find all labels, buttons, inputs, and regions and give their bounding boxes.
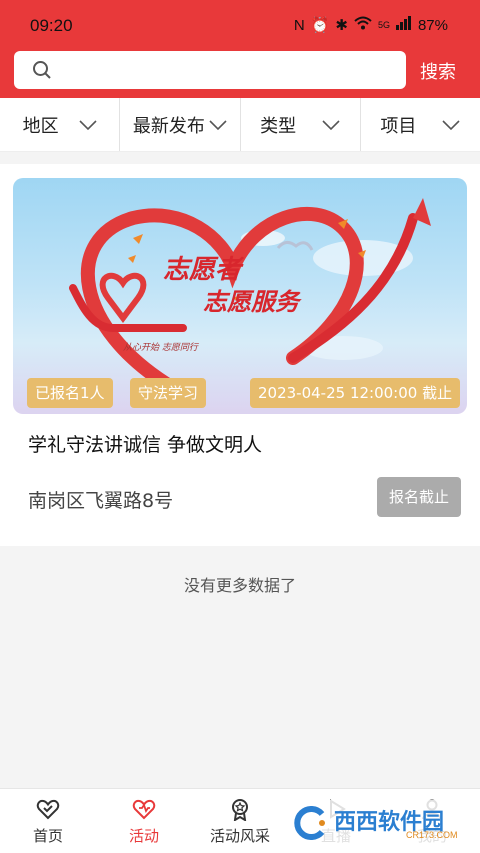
status-icons: N ⏰ ✱ 5G 87% <box>294 16 448 34</box>
filter-label: 项目 <box>380 115 417 137</box>
chevron-down-icon <box>79 119 97 130</box>
filter-type[interactable]: 类型 <box>241 98 361 151</box>
medal-icon <box>232 799 248 821</box>
chevron-down-icon <box>322 119 340 130</box>
tab-activity[interactable]: 活动 <box>96 789 192 853</box>
filter-label: 地区 <box>22 115 59 137</box>
filter-latest[interactable]: 最新发布 <box>120 98 241 151</box>
image-text-volunteer: 志愿者 <box>163 255 245 285</box>
bluetooth-icon: ✱ <box>335 17 348 34</box>
signup-count-badge: 已报名1人 <box>27 378 113 408</box>
home-heart-icon <box>36 799 60 820</box>
activity-title: 学礼守法讲诚信 争做文明人 <box>28 434 263 456</box>
watermark-logo: 西西软件园 CR173.COM <box>286 800 462 846</box>
activity-address: 南岗区飞翼路8号 <box>28 490 174 512</box>
battery-label: 87% <box>417 16 448 34</box>
search-button[interactable]: 搜索 <box>420 58 456 84</box>
status-time: 09:20 <box>30 16 73 35</box>
filter-label: 最新发布 <box>132 115 205 137</box>
nfc-icon: N <box>293 16 305 34</box>
chevron-down-icon <box>442 119 460 130</box>
filter-bar: 地区 最新发布 类型 项目 <box>0 98 480 152</box>
tab-label: 首页 <box>32 827 63 845</box>
filter-project[interactable]: 项目 <box>361 98 480 151</box>
tab-home[interactable]: 首页 <box>0 789 96 853</box>
category-badge: 守法学习 <box>130 378 207 408</box>
search-icon <box>33 61 51 79</box>
search-bar: 搜索 <box>0 48 480 98</box>
activity-heart-icon <box>132 799 156 820</box>
search-input[interactable] <box>14 51 406 89</box>
chevron-down-icon <box>209 119 227 130</box>
list-end-text: 没有更多数据了 <box>183 576 296 595</box>
tab-label: 活动风采 <box>209 827 270 845</box>
watermark-sub: CR173.COM <box>406 830 458 840</box>
alarm-icon: ⏰ <box>310 17 330 34</box>
tab-activity-gallery[interactable]: 活动风采 <box>192 789 288 853</box>
image-text-service: 志愿服务 <box>203 288 302 316</box>
wifi-icon <box>354 16 372 34</box>
tab-label: 活动 <box>128 827 159 845</box>
network-label: 5G <box>377 20 390 30</box>
filter-label: 类型 <box>260 115 297 137</box>
status-bar: 09:20 N ⏰ ✱ 5G 87% <box>0 0 480 48</box>
image-text-slogan: 从心开始 志愿同行 <box>123 342 200 353</box>
signup-closed-button[interactable]: 报名截止 <box>377 477 461 517</box>
filter-region[interactable]: 地区 <box>0 98 121 151</box>
deadline-badge: 2023-04-25 12:00:00 截止 <box>250 378 461 408</box>
watermark-c-icon <box>294 806 325 840</box>
activity-card[interactable]: 志愿者 志愿服务 从心开始 志愿同行 已报名1人 守法学习 2023-04-25… <box>0 164 480 546</box>
signal-icon <box>395 16 412 34</box>
